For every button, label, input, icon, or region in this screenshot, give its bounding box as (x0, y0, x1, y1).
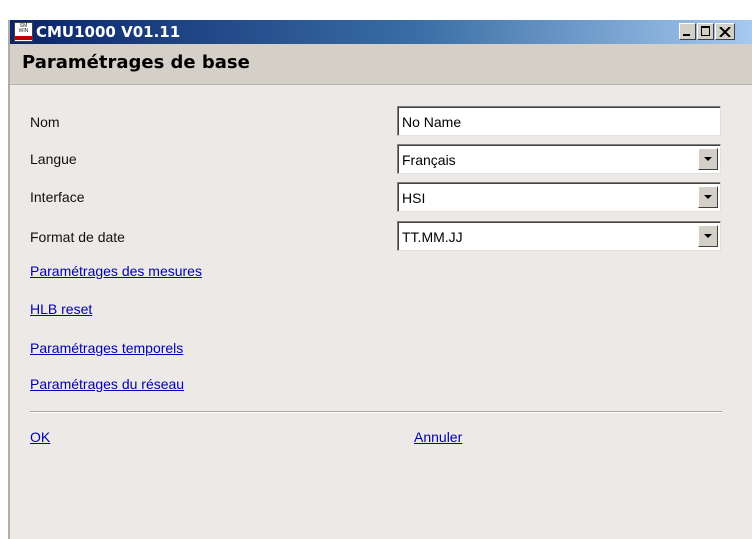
name-label: Nom (30, 114, 60, 130)
date-format-select[interactable]: TT.MM.JJ (397, 221, 721, 251)
app-icon-label: SM WIN (18, 23, 29, 34)
divider (30, 411, 722, 413)
main-window: SM WIN CMU1000 V01.11 Paramétrages de ba… (8, 20, 752, 539)
link-time-settings[interactable]: Paramétrages temporels (30, 340, 183, 356)
date-format-label: Format de date (30, 229, 125, 245)
window-title: CMU1000 V01.11 (36, 23, 181, 41)
interface-label: Interface (30, 189, 85, 205)
ok-button[interactable]: OK (30, 429, 50, 445)
dropdown-arrow-icon[interactable] (698, 186, 718, 208)
name-input-value: No Name (402, 114, 462, 130)
interface-select-value: HSI (402, 190, 426, 206)
minimize-icon[interactable] (679, 23, 696, 40)
date-format-select-value: TT.MM.JJ (402, 229, 463, 245)
title-bar[interactable]: SM WIN CMU1000 V01.11 (10, 20, 752, 44)
close-icon[interactable] (715, 23, 735, 40)
link-hlb-reset[interactable]: HLB reset (30, 301, 92, 317)
link-measure-settings[interactable]: Paramétrages des mesures (30, 263, 202, 279)
language-label: Langue (30, 151, 77, 167)
maximize-icon[interactable] (697, 23, 714, 40)
dropdown-arrow-icon[interactable] (698, 225, 718, 247)
dropdown-arrow-icon[interactable] (698, 148, 718, 170)
cancel-button[interactable]: Annuler (414, 429, 462, 445)
language-select[interactable]: Français (397, 144, 721, 174)
interface-select[interactable]: HSI (397, 182, 721, 212)
name-input[interactable]: No Name (397, 106, 721, 136)
page-title: Paramétrages de base (22, 52, 250, 73)
section-header: Paramétrages de base (10, 44, 752, 85)
language-select-value: Français (402, 152, 456, 168)
link-network-settings[interactable]: Paramétrages du réseau (30, 376, 184, 392)
app-icon[interactable]: SM WIN (14, 22, 33, 42)
